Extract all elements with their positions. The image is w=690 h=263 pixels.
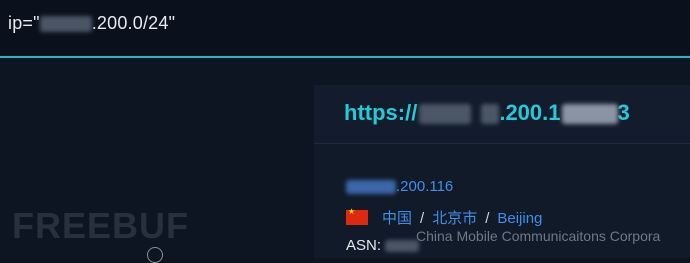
city-cn-link[interactable]: 北京市 (432, 210, 477, 227)
redacted-block (561, 104, 618, 125)
watermark-logo: FREEBUF (12, 205, 189, 246)
search-query[interactable]: ip=" .200.0/24" (8, 13, 175, 34)
url-prefix: https:// (344, 100, 418, 125)
location-separator: / (485, 210, 490, 227)
asn-label: ASN: (346, 237, 382, 254)
circle-icon (147, 247, 163, 263)
china-flag-icon (346, 207, 368, 225)
url-suffix: 3 (617, 100, 630, 125)
result-ip-link[interactable]: .200.116 (346, 178, 453, 195)
organization-text: China Mobile Communicaitons Corpora (416, 228, 661, 244)
redacted-block (385, 240, 420, 253)
result-url-link[interactable]: https:// .200.1 3 (344, 100, 630, 126)
result-card-header: https:// .200.1 3 (314, 85, 690, 144)
search-bar[interactable]: ip=" .200.0/24" (0, 0, 690, 56)
city-en-link[interactable]: Beijing (497, 210, 542, 227)
redacted-block (481, 104, 500, 125)
url-middle: .200.1 (499, 100, 561, 125)
redacted-block (419, 104, 472, 125)
asn-line: ASN: (346, 237, 420, 254)
query-prefix: ip=" (8, 13, 40, 33)
redacted-block (346, 180, 396, 195)
query-suffix: .200.0/24" (91, 13, 176, 33)
location-line: 中国 / 北京市 / Beijing (346, 207, 542, 228)
redacted-block (39, 16, 92, 33)
ip-suffix: .200.116 (396, 178, 454, 195)
country-link[interactable]: 中国 (382, 210, 412, 227)
location-separator: / (420, 210, 425, 227)
result-card: https://.200.13 .200.116 中国/北京市/Beijing … (314, 85, 690, 258)
